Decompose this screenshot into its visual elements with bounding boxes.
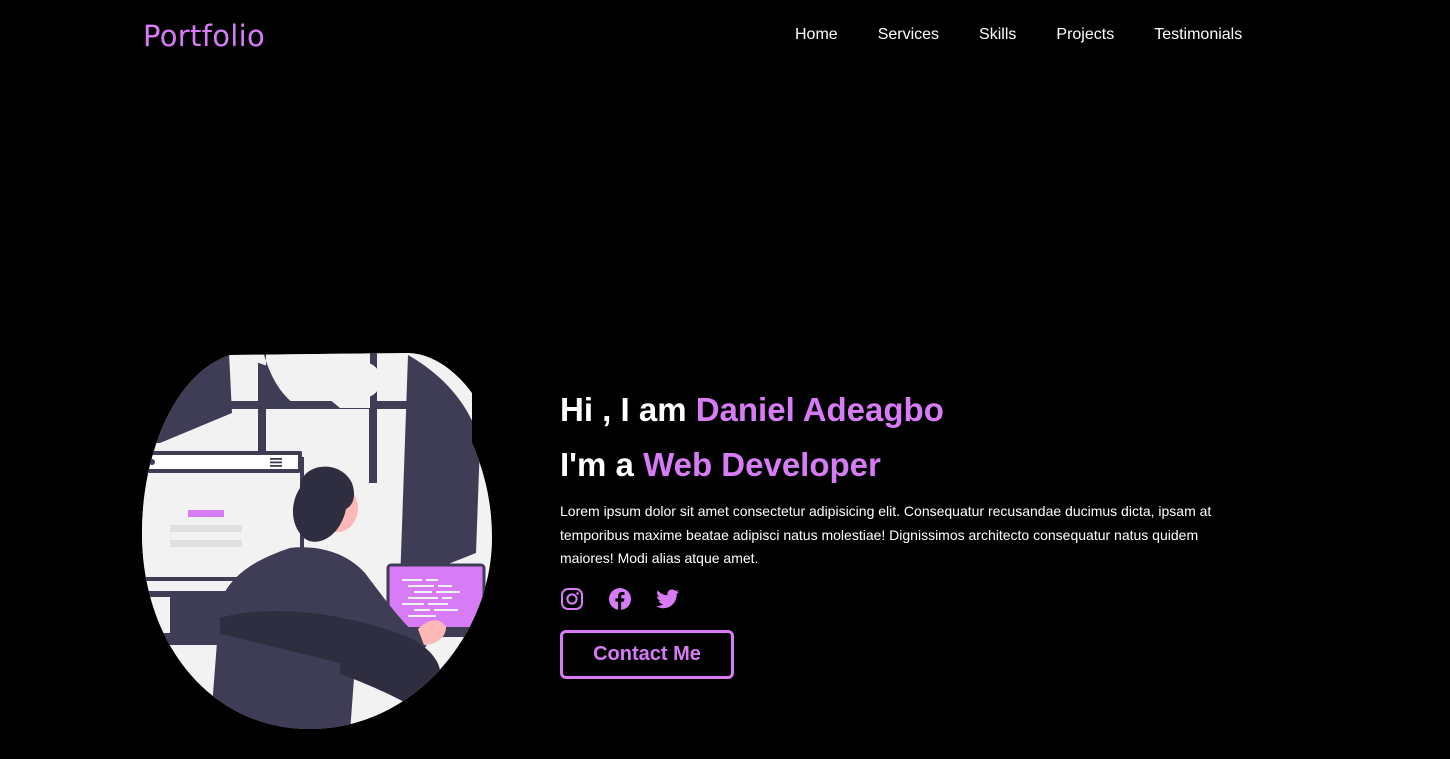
facebook-icon[interactable] [608, 587, 632, 611]
greeting-text: Hi , I am [560, 391, 687, 428]
instagram-icon[interactable] [560, 587, 584, 611]
nav-testimonials[interactable]: Testimonials [1154, 24, 1242, 46]
hero-description: Lorem ipsum dolor sit amet consectetur a… [560, 503, 1212, 566]
nav-services[interactable]: Services [878, 24, 939, 46]
twitter-icon[interactable] [656, 587, 680, 611]
nav-home[interactable]: Home [795, 24, 838, 46]
logo[interactable]: Portfolio [143, 16, 265, 56]
page: Portfolio Home Services Skills Projects … [0, 0, 1450, 759]
hero-heading-role: I'm a Web Developer [560, 440, 1240, 490]
hero-section: Hi , I am Daniel Adeagbo I'm a Web Devel… [560, 385, 1240, 679]
main-nav: Home Services Skills Projects Testimonia… [795, 24, 1242, 46]
developer-illustration [142, 353, 492, 729]
nav-projects[interactable]: Projects [1056, 24, 1114, 46]
hero-name: Daniel Adeagbo [695, 391, 944, 428]
role-prefix: I'm a [560, 446, 634, 483]
hero-heading-name: Hi , I am Daniel Adeagbo [560, 385, 1240, 435]
social-links [560, 587, 1240, 613]
hero-role: Web Developer [643, 446, 881, 483]
contact-me-button[interactable]: Contact Me [560, 629, 734, 679]
nav-skills[interactable]: Skills [979, 24, 1016, 46]
